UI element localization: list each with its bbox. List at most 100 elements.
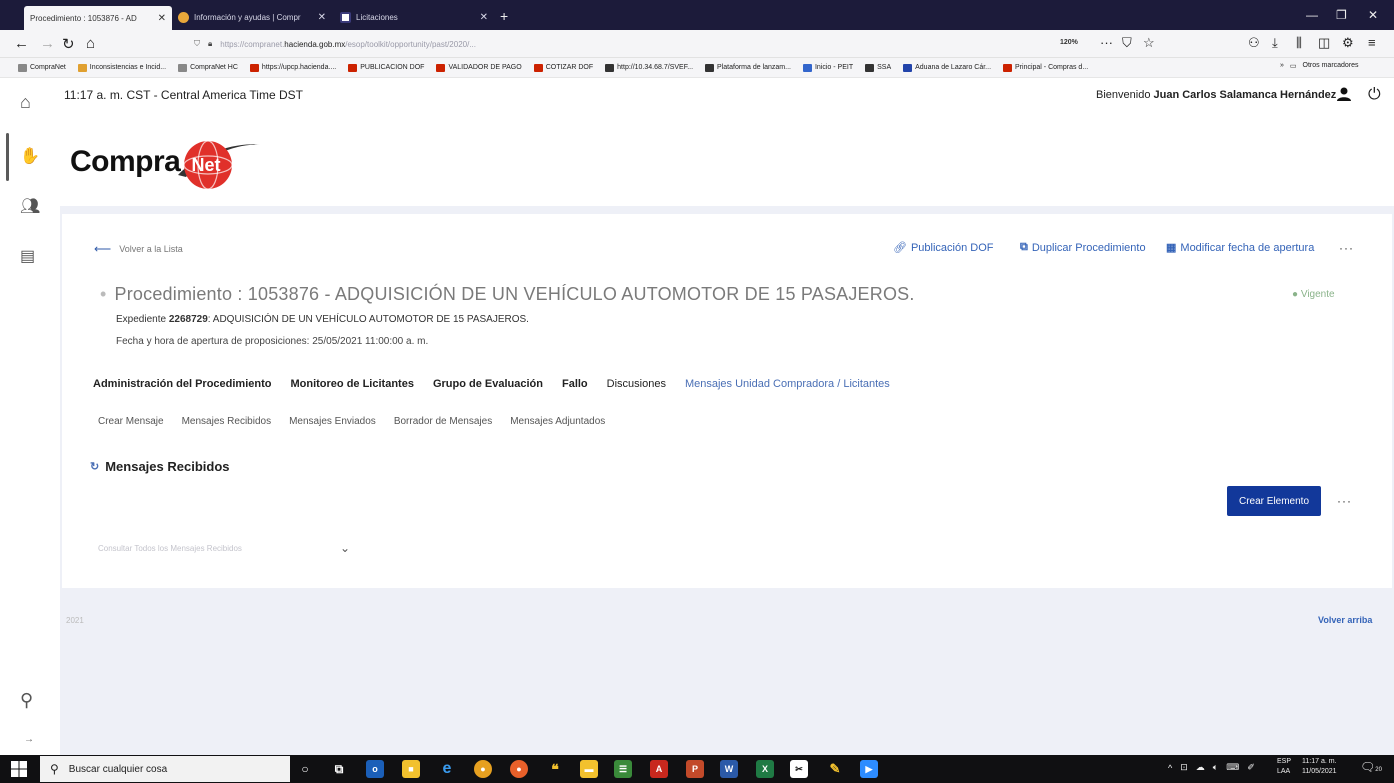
browser-tab-informacion[interactable]: Información y ayudas | Compr ✕ <box>172 6 332 28</box>
more-options-icon[interactable]: ··· <box>1337 494 1352 508</box>
task-view-icon[interactable]: ⧉ <box>330 760 348 778</box>
subtab-mensajes-recibidos[interactable]: Mensajes Recibidos <box>182 416 272 427</box>
modificar-fecha-button[interactable]: ▦ Modificar fecha de apertura <box>1166 241 1315 255</box>
close-icon[interactable]: ✕ <box>158 13 166 24</box>
cortana-icon[interactable]: ○ <box>296 760 314 778</box>
users-icon[interactable]: 👥︎ <box>20 196 40 216</box>
back-to-top-link[interactable]: Volver arriba <box>1318 615 1372 625</box>
edge-icon[interactable]: e <box>438 760 456 778</box>
expand-arrow-icon[interactable]: → <box>24 734 34 745</box>
power-icon[interactable]: ⏻ <box>1368 86 1381 104</box>
bookmark-item[interactable]: Aduana de Lazaro Cár... <box>903 63 991 72</box>
taskbar-clock[interactable]: 11:17 a. m. 11/05/2021 <box>1302 757 1337 777</box>
library-icon[interactable]: ⫼ <box>1296 35 1302 51</box>
other-bookmarks[interactable]: Otros marcadores <box>1303 62 1359 70</box>
handshake-icon[interactable]: ✋ <box>20 146 40 166</box>
snipping-icon[interactable]: ✂ <box>790 760 808 778</box>
bookmark-item[interactable]: Inconsistencias e Incid... <box>77 63 166 72</box>
bookmark-item[interactable]: VALIDADOR DE PAGO <box>436 63 522 72</box>
back-to-list-link[interactable]: ⟵ Volver a la Lista <box>94 242 183 256</box>
sidebar-icon[interactable]: ◫ <box>1318 35 1330 51</box>
zoom-app-icon[interactable]: ▶ <box>860 760 878 778</box>
account-icon[interactable]: ⚇ <box>1248 35 1260 51</box>
tab-grupo-evaluacion[interactable]: Grupo de Evaluación <box>433 378 543 390</box>
close-window-icon[interactable]: ✕ <box>1368 8 1378 22</box>
url-bar[interactable]: ⛉ 🔒︎ https://compranet.hacienda.gob.mx/e… <box>190 34 1200 54</box>
outlook-icon[interactable]: o <box>366 760 384 778</box>
chat-icon[interactable]: ❝ <box>546 760 564 778</box>
tab-fallo[interactable]: Fallo <box>562 378 588 390</box>
volume-icon[interactable]: 🔈︎ <box>1213 762 1218 773</box>
tab-mensajes[interactable]: Mensajes Unidad Compradora / Licitantes <box>685 378 890 390</box>
close-icon[interactable]: ✕ <box>480 12 488 23</box>
taskbar-search[interactable]: ⚲ Buscar cualquier cosa <box>40 756 290 782</box>
powerpoint-icon[interactable]: P <box>686 760 704 778</box>
bookmark-item[interactable]: PUBLICACION DOF <box>348 63 424 72</box>
subtab-borrador[interactable]: Borrador de Mensajes <box>394 416 492 427</box>
chrome-icon[interactable]: ● <box>474 760 492 778</box>
chevron-up-icon[interactable]: ^ <box>1168 763 1172 773</box>
extension-icon[interactable]: ⚙ <box>1342 35 1354 51</box>
search-icon[interactable]: ⚲ <box>20 690 33 711</box>
network-icon[interactable]: ⊡ <box>1180 762 1188 773</box>
home-icon[interactable]: ⌂ <box>20 92 31 113</box>
bookmark-label: Inicio - PEIT <box>814 64 854 71</box>
firefox-icon[interactable]: ● <box>510 760 528 778</box>
menu-icon[interactable]: ≡ <box>1368 35 1376 50</box>
bookmark-item[interactable]: http://10.34.68.7/SVEF... <box>605 63 693 72</box>
documents-icon[interactable]: ▤ <box>20 246 35 266</box>
subtab-adjuntados[interactable]: Mensajes Adjuntados <box>510 416 605 427</box>
duplicar-procedimiento-button[interactable]: ⧉ Duplicar Procedimiento <box>1020 241 1146 254</box>
reload-icon[interactable]: ↻ <box>62 35 75 53</box>
minimize-icon[interactable]: — <box>1306 8 1318 22</box>
tab-monitoreo[interactable]: Monitoreo de Licitantes <box>290 378 413 390</box>
forward-arrow-icon[interactable]: → <box>40 35 55 52</box>
subtab-crear-mensaje[interactable]: Crear Mensaje <box>98 416 164 427</box>
star-icon[interactable]: ☆ <box>1143 35 1155 51</box>
notification-center-icon[interactable]: 🗨︎20 <box>1360 760 1382 774</box>
keyboard-icon[interactable]: ⌨ <box>1226 762 1239 773</box>
bookmark-item[interactable]: SSA <box>865 63 891 72</box>
modificar-fecha-label: Modificar fecha de apertura <box>1180 241 1315 254</box>
word-icon[interactable]: W <box>720 760 738 778</box>
close-icon[interactable]: ✕ <box>318 12 326 23</box>
create-element-button[interactable]: Crear Elemento <box>1227 486 1321 516</box>
message-filter-select[interactable]: Consultar Todos los Mensajes Recibidos ⌄ <box>98 538 350 558</box>
bookmarks-overflow[interactable]: » ▭ Otros marcadores <box>1280 62 1359 70</box>
zoom-level[interactable]: 120% <box>1060 39 1078 46</box>
file-explorer-icon[interactable]: ▬ <box>580 760 598 778</box>
more-actions-icon[interactable]: ··· <box>1339 241 1354 255</box>
bookmark-item[interactable]: COTIZAR DOF <box>533 63 593 72</box>
restore-icon[interactable]: ❐ <box>1336 8 1347 22</box>
user-icon[interactable] <box>1336 86 1352 105</box>
back-arrow-icon[interactable]: ← <box>14 35 29 52</box>
tab-administracion[interactable]: Administración del Procedimiento <box>93 378 271 390</box>
refresh-icon[interactable]: ↻ <box>90 460 99 473</box>
excel-icon[interactable]: X <box>756 760 774 778</box>
download-icon[interactable]: ⤓ <box>1272 35 1278 51</box>
bookmark-item[interactable]: https://upcp.hacienda.... <box>249 63 336 72</box>
language-indicator[interactable]: ESP LAA <box>1277 757 1291 777</box>
windows-start-icon[interactable] <box>10 760 28 778</box>
pocket-icon[interactable]: ⛉ <box>1122 35 1132 51</box>
subtab-mensajes-enviados[interactable]: Mensajes Enviados <box>289 416 376 427</box>
cloud-icon[interactable]: ☁ <box>1196 762 1205 773</box>
publicacion-dof-button[interactable]: 🔗︎ Publicación DOF <box>893 241 994 255</box>
pen-icon[interactable]: ✐ <box>1247 762 1255 773</box>
bookmark-item[interactable]: Plataforma de lanzam... <box>705 63 791 72</box>
app-icon[interactable]: ☰ <box>614 760 632 778</box>
tab-discusiones[interactable]: Discusiones <box>607 378 666 390</box>
home-icon[interactable]: ⌂ <box>86 35 95 52</box>
browser-tab-procedimiento[interactable]: Procedimiento : 1053876 - AD ✕ <box>24 6 172 30</box>
bookmark-item[interactable]: CompraNet HC <box>178 63 238 72</box>
new-tab-button[interactable]: + <box>500 8 508 24</box>
bookmark-item[interactable]: CompraNet <box>18 63 66 72</box>
page-actions-icon[interactable]: ··· <box>1100 35 1113 50</box>
chevron-more-icon[interactable]: » <box>1280 62 1284 70</box>
paint-icon[interactable]: ✎ <box>826 760 844 778</box>
sticky-notes-icon[interactable]: ■ <box>402 760 420 778</box>
acrobat-icon[interactable]: A <box>650 760 668 778</box>
browser-tab-licitaciones[interactable]: Licitaciones ✕ <box>334 6 494 28</box>
bookmark-item[interactable]: Inicio - PEIT <box>802 63 854 72</box>
bookmark-item[interactable]: Principal - Compras d... <box>1003 63 1088 72</box>
